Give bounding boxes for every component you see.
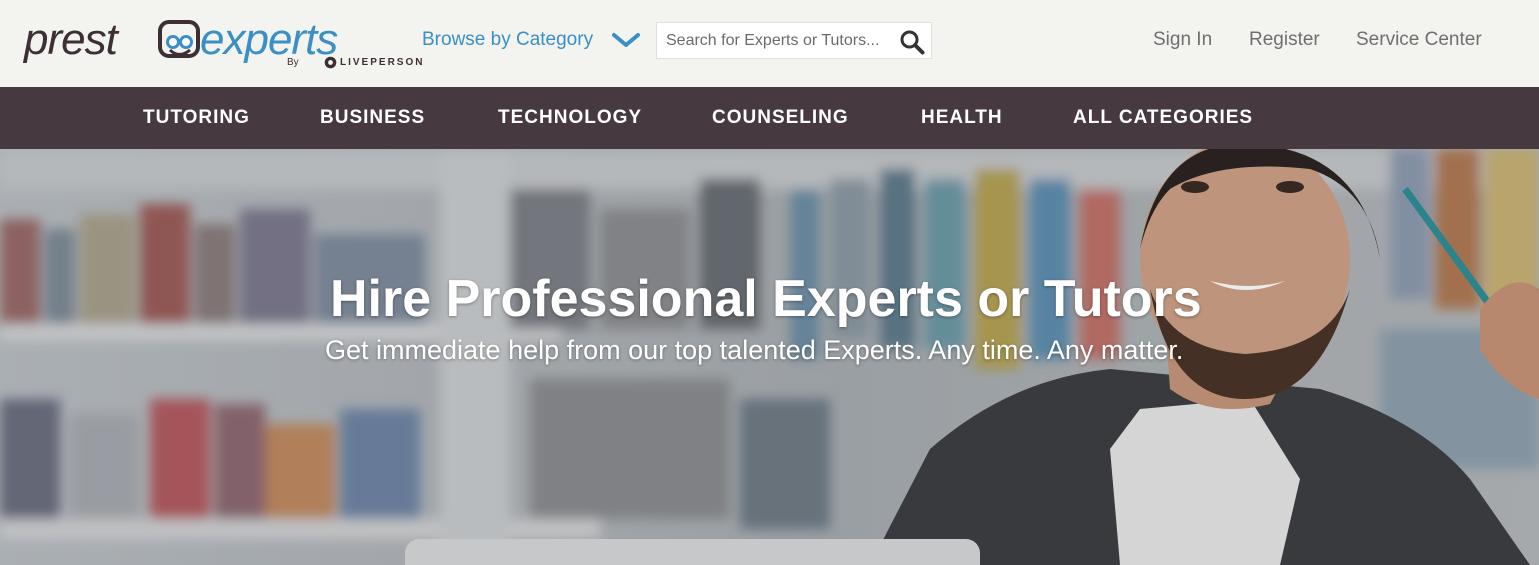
register-link[interactable]: Register <box>1249 29 1320 51</box>
category-counseling[interactable]: COUNSELING <box>712 107 849 129</box>
category-technology[interactable]: TECHNOLOGY <box>498 107 642 129</box>
logo-byline-company: LIVEPERSON <box>340 57 425 68</box>
browse-by-category-dropdown[interactable]: Browse by Category <box>422 29 641 51</box>
liveperson-gear-icon <box>324 56 337 69</box>
search-box <box>656 22 932 59</box>
prestoexperts-logo[interactable]: prest experts By LIVEPERSON <box>22 12 422 74</box>
category-tutoring[interactable]: TUTORING <box>143 107 250 129</box>
glasses-mascot-icon <box>158 20 200 58</box>
category-nav-bar: TUTORING BUSINESS TECHNOLOGY COUNSELING … <box>0 87 1539 149</box>
category-business[interactable]: BUSINESS <box>320 107 425 129</box>
search-input[interactable] <box>657 23 893 58</box>
chevron-down-icon <box>612 33 641 47</box>
svg-text:experts: experts <box>200 15 338 64</box>
hero-subtitle: Get immediate help from our top talented… <box>325 335 1184 365</box>
category-health[interactable]: HEALTH <box>921 107 1003 129</box>
hero-banner: Hire Professional Experts or Tutors Get … <box>0 149 1539 565</box>
svg-text:prest: prest <box>22 15 120 64</box>
browse-by-category-label: Browse by Category <box>422 29 594 50</box>
search-icon[interactable] <box>899 29 925 55</box>
category-all-categories[interactable]: ALL CATEGORIES <box>1073 107 1253 129</box>
sign-in-link[interactable]: Sign In <box>1153 29 1212 51</box>
site-header: prest experts By LIVEPERSON Browse by Ca… <box>0 0 1539 87</box>
hero-title: Hire Professional Experts or Tutors <box>330 270 1202 328</box>
service-center-link[interactable]: Service Center <box>1356 29 1482 51</box>
logo-byline-by: By <box>287 57 299 68</box>
